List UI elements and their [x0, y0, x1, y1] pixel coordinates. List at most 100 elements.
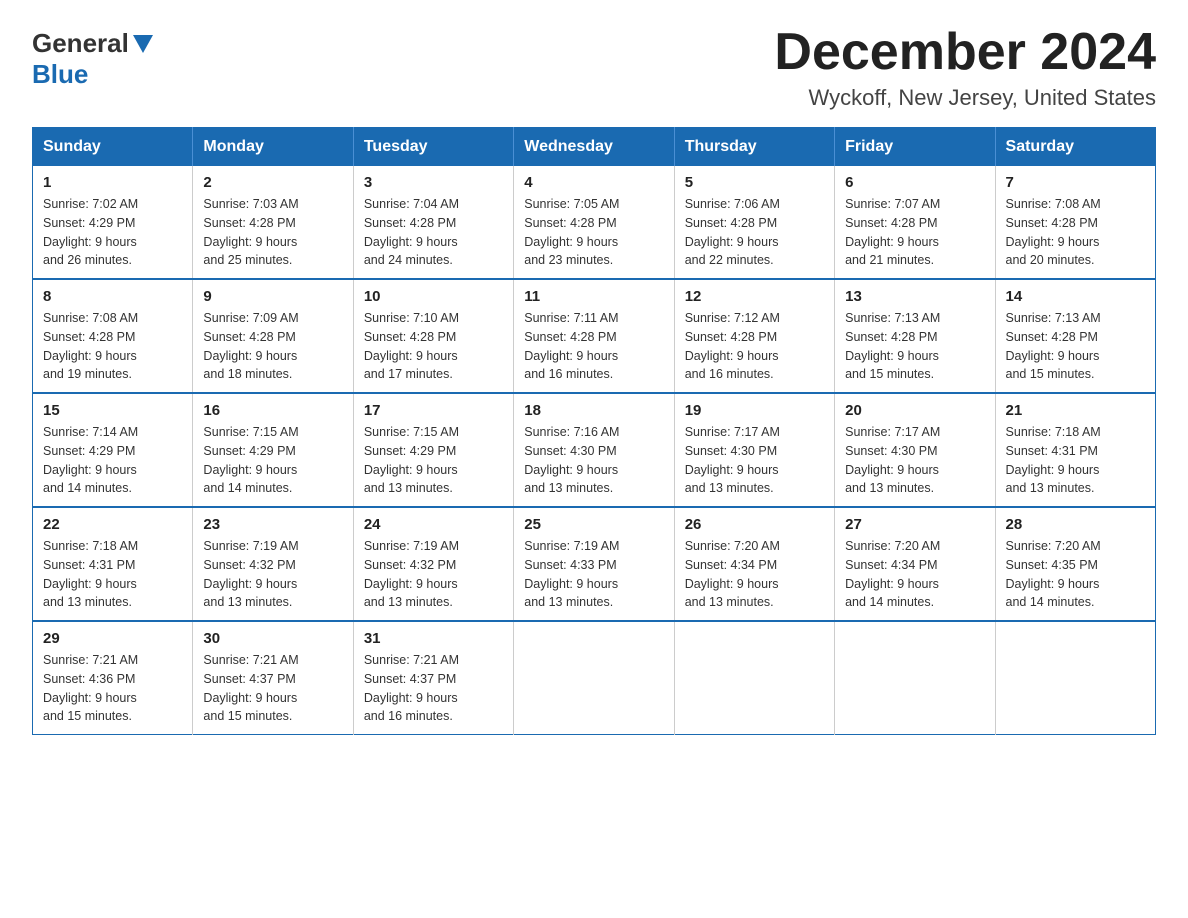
day-number: 24 — [364, 516, 503, 533]
day-number: 13 — [845, 288, 984, 305]
calendar-day-cell — [995, 621, 1155, 735]
day-number: 31 — [364, 630, 503, 647]
day-number: 12 — [685, 288, 824, 305]
day-number: 10 — [364, 288, 503, 305]
day-info: Sunrise: 7:08 AM Sunset: 4:28 PM Dayligh… — [43, 309, 182, 384]
day-info: Sunrise: 7:06 AM Sunset: 4:28 PM Dayligh… — [685, 195, 824, 270]
day-info: Sunrise: 7:08 AM Sunset: 4:28 PM Dayligh… — [1006, 195, 1145, 270]
calendar-day-cell: 19 Sunrise: 7:17 AM Sunset: 4:30 PM Dayl… — [674, 393, 834, 507]
calendar-day-cell: 10 Sunrise: 7:10 AM Sunset: 4:28 PM Dayl… — [353, 279, 513, 393]
day-info: Sunrise: 7:04 AM Sunset: 4:28 PM Dayligh… — [364, 195, 503, 270]
day-number: 9 — [203, 288, 342, 305]
calendar-day-cell: 14 Sunrise: 7:13 AM Sunset: 4:28 PM Dayl… — [995, 279, 1155, 393]
day-number: 3 — [364, 174, 503, 191]
calendar-day-cell: 7 Sunrise: 7:08 AM Sunset: 4:28 PM Dayli… — [995, 166, 1155, 279]
day-number: 8 — [43, 288, 182, 305]
day-number: 2 — [203, 174, 342, 191]
logo-blue-label: Blue — [32, 59, 88, 89]
day-info: Sunrise: 7:19 AM Sunset: 4:32 PM Dayligh… — [364, 537, 503, 612]
calendar-day-cell — [674, 621, 834, 735]
logo-triangle-icon — [133, 35, 153, 53]
day-info: Sunrise: 7:05 AM Sunset: 4:28 PM Dayligh… — [524, 195, 663, 270]
weekday-header-thursday: Thursday — [674, 128, 834, 167]
calendar-day-cell: 22 Sunrise: 7:18 AM Sunset: 4:31 PM Dayl… — [33, 507, 193, 621]
calendar-week-row: 8 Sunrise: 7:08 AM Sunset: 4:28 PM Dayli… — [33, 279, 1156, 393]
calendar-day-cell: 25 Sunrise: 7:19 AM Sunset: 4:33 PM Dayl… — [514, 507, 674, 621]
calendar-day-cell: 6 Sunrise: 7:07 AM Sunset: 4:28 PM Dayli… — [835, 166, 995, 279]
weekday-header-monday: Monday — [193, 128, 353, 167]
month-title: December 2024 — [774, 24, 1156, 81]
calendar-day-cell: 18 Sunrise: 7:16 AM Sunset: 4:30 PM Dayl… — [514, 393, 674, 507]
day-number: 20 — [845, 402, 984, 419]
day-number: 18 — [524, 402, 663, 419]
day-info: Sunrise: 7:18 AM Sunset: 4:31 PM Dayligh… — [1006, 423, 1145, 498]
calendar-body: 1 Sunrise: 7:02 AM Sunset: 4:29 PM Dayli… — [33, 166, 1156, 735]
day-number: 16 — [203, 402, 342, 419]
calendar-day-cell: 26 Sunrise: 7:20 AM Sunset: 4:34 PM Dayl… — [674, 507, 834, 621]
day-number: 22 — [43, 516, 182, 533]
day-number: 1 — [43, 174, 182, 191]
page-header: General Blue December 2024 Wyckoff, New … — [32, 24, 1156, 111]
day-info: Sunrise: 7:21 AM Sunset: 4:37 PM Dayligh… — [364, 651, 503, 726]
title-section: December 2024 Wyckoff, New Jersey, Unite… — [774, 24, 1156, 111]
calendar-day-cell: 3 Sunrise: 7:04 AM Sunset: 4:28 PM Dayli… — [353, 166, 513, 279]
day-info: Sunrise: 7:13 AM Sunset: 4:28 PM Dayligh… — [845, 309, 984, 384]
day-info: Sunrise: 7:20 AM Sunset: 4:34 PM Dayligh… — [685, 537, 824, 612]
day-info: Sunrise: 7:18 AM Sunset: 4:31 PM Dayligh… — [43, 537, 182, 612]
calendar-day-cell: 13 Sunrise: 7:13 AM Sunset: 4:28 PM Dayl… — [835, 279, 995, 393]
calendar-day-cell: 30 Sunrise: 7:21 AM Sunset: 4:37 PM Dayl… — [193, 621, 353, 735]
day-info: Sunrise: 7:11 AM Sunset: 4:28 PM Dayligh… — [524, 309, 663, 384]
day-info: Sunrise: 7:15 AM Sunset: 4:29 PM Dayligh… — [203, 423, 342, 498]
day-number: 27 — [845, 516, 984, 533]
day-info: Sunrise: 7:12 AM Sunset: 4:28 PM Dayligh… — [685, 309, 824, 384]
calendar-week-row: 29 Sunrise: 7:21 AM Sunset: 4:36 PM Dayl… — [33, 621, 1156, 735]
day-number: 21 — [1006, 402, 1145, 419]
day-info: Sunrise: 7:19 AM Sunset: 4:33 PM Dayligh… — [524, 537, 663, 612]
day-info: Sunrise: 7:09 AM Sunset: 4:28 PM Dayligh… — [203, 309, 342, 384]
day-info: Sunrise: 7:17 AM Sunset: 4:30 PM Dayligh… — [845, 423, 984, 498]
calendar-day-cell: 29 Sunrise: 7:21 AM Sunset: 4:36 PM Dayl… — [33, 621, 193, 735]
calendar-day-cell: 11 Sunrise: 7:11 AM Sunset: 4:28 PM Dayl… — [514, 279, 674, 393]
location-title: Wyckoff, New Jersey, United States — [774, 85, 1156, 111]
calendar-header: SundayMondayTuesdayWednesdayThursdayFrid… — [33, 128, 1156, 167]
day-info: Sunrise: 7:07 AM Sunset: 4:28 PM Dayligh… — [845, 195, 984, 270]
calendar-day-cell: 28 Sunrise: 7:20 AM Sunset: 4:35 PM Dayl… — [995, 507, 1155, 621]
calendar-day-cell: 17 Sunrise: 7:15 AM Sunset: 4:29 PM Dayl… — [353, 393, 513, 507]
calendar-day-cell: 4 Sunrise: 7:05 AM Sunset: 4:28 PM Dayli… — [514, 166, 674, 279]
day-number: 29 — [43, 630, 182, 647]
calendar-day-cell: 9 Sunrise: 7:09 AM Sunset: 4:28 PM Dayli… — [193, 279, 353, 393]
day-number: 15 — [43, 402, 182, 419]
day-info: Sunrise: 7:15 AM Sunset: 4:29 PM Dayligh… — [364, 423, 503, 498]
calendar-day-cell: 8 Sunrise: 7:08 AM Sunset: 4:28 PM Dayli… — [33, 279, 193, 393]
day-number: 11 — [524, 288, 663, 305]
day-info: Sunrise: 7:03 AM Sunset: 4:28 PM Dayligh… — [203, 195, 342, 270]
day-number: 6 — [845, 174, 984, 191]
weekday-header-wednesday: Wednesday — [514, 128, 674, 167]
calendar-day-cell — [835, 621, 995, 735]
calendar-day-cell: 5 Sunrise: 7:06 AM Sunset: 4:28 PM Dayli… — [674, 166, 834, 279]
day-number: 17 — [364, 402, 503, 419]
weekday-header-friday: Friday — [835, 128, 995, 167]
day-number: 5 — [685, 174, 824, 191]
day-info: Sunrise: 7:16 AM Sunset: 4:30 PM Dayligh… — [524, 423, 663, 498]
logo-blue-text: Blue — [32, 59, 88, 90]
weekday-header-saturday: Saturday — [995, 128, 1155, 167]
logo-top-row: General — [32, 28, 153, 59]
calendar-day-cell — [514, 621, 674, 735]
day-number: 19 — [685, 402, 824, 419]
logo-general-text: General — [32, 28, 129, 59]
day-info: Sunrise: 7:21 AM Sunset: 4:37 PM Dayligh… — [203, 651, 342, 726]
day-number: 30 — [203, 630, 342, 647]
day-info: Sunrise: 7:20 AM Sunset: 4:34 PM Dayligh… — [845, 537, 984, 612]
day-number: 4 — [524, 174, 663, 191]
day-info: Sunrise: 7:02 AM Sunset: 4:29 PM Dayligh… — [43, 195, 182, 270]
calendar-day-cell: 16 Sunrise: 7:15 AM Sunset: 4:29 PM Dayl… — [193, 393, 353, 507]
calendar-week-row: 1 Sunrise: 7:02 AM Sunset: 4:29 PM Dayli… — [33, 166, 1156, 279]
calendar-day-cell: 27 Sunrise: 7:20 AM Sunset: 4:34 PM Dayl… — [835, 507, 995, 621]
calendar-day-cell: 12 Sunrise: 7:12 AM Sunset: 4:28 PM Dayl… — [674, 279, 834, 393]
day-info: Sunrise: 7:21 AM Sunset: 4:36 PM Dayligh… — [43, 651, 182, 726]
calendar-week-row: 15 Sunrise: 7:14 AM Sunset: 4:29 PM Dayl… — [33, 393, 1156, 507]
calendar-day-cell: 1 Sunrise: 7:02 AM Sunset: 4:29 PM Dayli… — [33, 166, 193, 279]
weekday-header-sunday: Sunday — [33, 128, 193, 167]
calendar-day-cell: 20 Sunrise: 7:17 AM Sunset: 4:30 PM Dayl… — [835, 393, 995, 507]
